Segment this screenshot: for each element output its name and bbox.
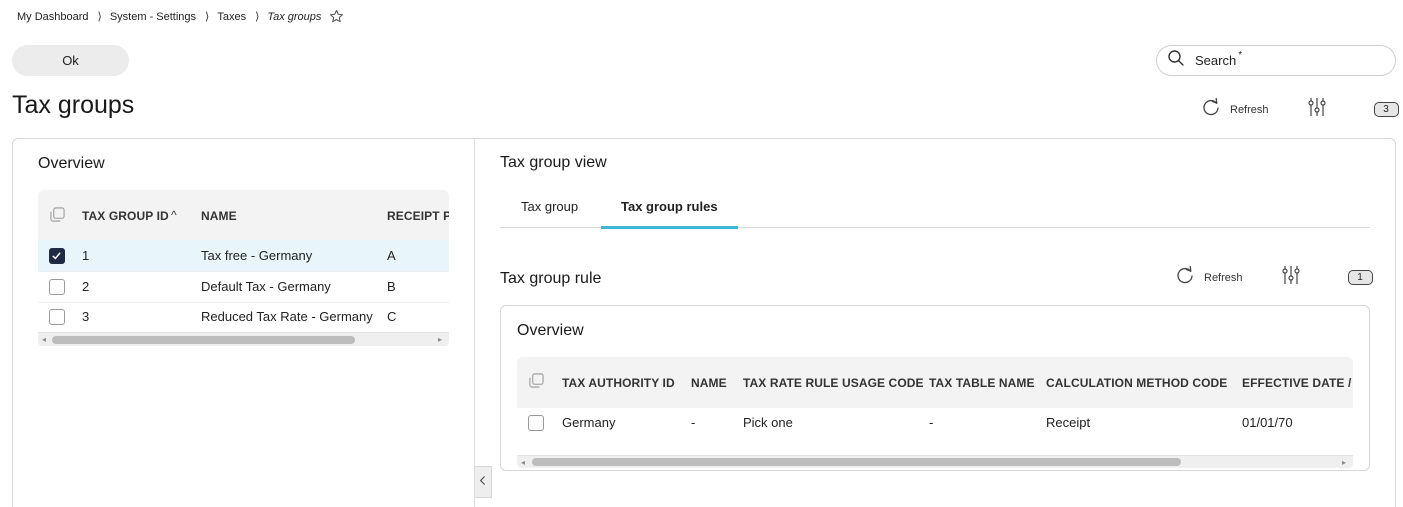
cell-usage-code: Pick one bbox=[743, 415, 793, 430]
rule-refresh-button[interactable]: Refresh bbox=[1174, 264, 1243, 291]
page-toolbar: Refresh 3 bbox=[1200, 96, 1399, 123]
settings-sliders-icon bbox=[1280, 264, 1302, 291]
column-header-name[interactable]: NAME bbox=[201, 209, 237, 223]
tax-groups-grid: TAX GROUP ID ^ NAME RECEIPT P 1 Tax free… bbox=[38, 190, 449, 347]
cell-tax-group-id: 2 bbox=[82, 279, 90, 294]
breadcrumb-tax-groups: Tax groups bbox=[267, 10, 322, 23]
scroll-right-arrow-icon[interactable]: ▸ bbox=[438, 335, 442, 344]
row-checkbox[interactable] bbox=[49, 279, 65, 295]
column-header-name[interactable]: NAME bbox=[691, 376, 727, 390]
column-header-tax-rate-rule-usage-code[interactable]: TAX RATE RULE USAGE CODE bbox=[743, 376, 924, 390]
grid-header: TAX AUTHORITY ID NAME TAX RATE RULE USAG… bbox=[517, 357, 1353, 408]
column-header-effective-date[interactable]: EFFECTIVE DATE / T bbox=[1242, 376, 1353, 390]
tax-group-rules-grid: TAX AUTHORITY ID NAME TAX RATE RULE USAG… bbox=[517, 357, 1353, 469]
settings-sliders-button[interactable] bbox=[1306, 96, 1328, 123]
column-header-receipt[interactable]: RECEIPT P bbox=[387, 209, 449, 223]
horizontal-scrollbar[interactable]: ◂ ▸ bbox=[517, 455, 1353, 468]
tab-tax-group-rules[interactable]: Tax group rules bbox=[621, 199, 718, 214]
cell-effective-date: 01/01/70 bbox=[1242, 415, 1293, 430]
sort-ascending-icon[interactable]: ^ bbox=[171, 208, 177, 222]
chevron-left-icon bbox=[479, 473, 487, 491]
tab-tax-group[interactable]: Tax group bbox=[521, 199, 578, 214]
cell-receipt: A bbox=[387, 248, 396, 263]
select-all-icon[interactable] bbox=[529, 373, 544, 393]
breadcrumb-separator: ⟩ bbox=[255, 11, 260, 23]
tax-group-rule-title: Tax group rule bbox=[500, 270, 602, 287]
column-header-calculation-method-code[interactable]: CALCULATION METHOD CODE bbox=[1046, 376, 1227, 390]
search-icon bbox=[1167, 49, 1185, 72]
cell-receipt: C bbox=[387, 309, 397, 324]
count-badge: 3 bbox=[1373, 102, 1399, 117]
refresh-label: Refresh bbox=[1204, 271, 1243, 284]
table-row[interactable]: 1 Tax free - Germany A bbox=[38, 240, 449, 271]
ok-button[interactable]: Ok bbox=[12, 45, 129, 76]
scroll-right-arrow-icon[interactable]: ▸ bbox=[1342, 458, 1346, 467]
cell-calculation-method: Receipt bbox=[1046, 415, 1091, 430]
breadcrumb: My Dashboard ⟩ System - Settings ⟩ Taxes… bbox=[17, 9, 344, 24]
row-checkbox[interactable] bbox=[528, 415, 544, 431]
breadcrumb-system-settings[interactable]: System - Settings bbox=[110, 11, 196, 23]
table-row[interactable]: Germany - Pick one - Receipt 01/01/70 bbox=[517, 408, 1353, 455]
rule-settings-sliders-button[interactable] bbox=[1280, 264, 1302, 291]
cell-tax-group-id: 3 bbox=[82, 309, 90, 324]
scrollbar-thumb[interactable] bbox=[532, 458, 1181, 466]
scrollbar-thumb[interactable] bbox=[52, 336, 355, 344]
collapse-panel-button[interactable] bbox=[475, 466, 492, 498]
cell-tax-authority-id: Germany bbox=[562, 415, 616, 430]
table-row[interactable]: 3 Reduced Tax Rate - Germany C bbox=[38, 302, 449, 332]
search-input[interactable]: Search * bbox=[1156, 45, 1396, 76]
cell-name: - bbox=[691, 415, 696, 430]
column-header-tax-group-id[interactable]: TAX GROUP ID bbox=[82, 209, 169, 223]
horizontal-scrollbar[interactable]: ◂ ▸ bbox=[38, 332, 449, 346]
column-header-tax-authority-id[interactable]: TAX AUTHORITY ID bbox=[562, 376, 675, 390]
cell-tax-group-id: 1 bbox=[82, 248, 90, 263]
breadcrumb-taxes[interactable]: Taxes bbox=[217, 11, 246, 23]
tax-group-view-title: Tax group view bbox=[500, 154, 607, 171]
row-checkbox[interactable] bbox=[49, 309, 65, 325]
cell-receipt: B bbox=[387, 279, 396, 294]
rule-overview-title: Overview bbox=[517, 322, 584, 339]
settings-sliders-icon bbox=[1306, 96, 1328, 123]
cell-name: Tax free - Germany bbox=[201, 248, 313, 263]
breadcrumb-separator: ⟩ bbox=[97, 11, 102, 23]
rule-toolbar: Refresh 1 bbox=[1174, 264, 1373, 291]
refresh-label: Refresh bbox=[1230, 103, 1269, 116]
rule-count-badge: 1 bbox=[1347, 270, 1373, 285]
row-checkbox[interactable] bbox=[49, 248, 65, 264]
select-all-icon[interactable] bbox=[50, 207, 65, 227]
active-tab-indicator bbox=[601, 226, 738, 229]
panel-divider bbox=[474, 139, 475, 507]
cell-name: Reduced Tax Rate - Germany bbox=[201, 309, 373, 324]
search-label: Search bbox=[1195, 53, 1237, 68]
refresh-icon bbox=[1174, 264, 1196, 291]
breadcrumb-separator: ⟩ bbox=[205, 11, 210, 23]
cell-name: Default Tax - Germany bbox=[201, 279, 331, 294]
grid-header: TAX GROUP ID ^ NAME RECEIPT P bbox=[38, 190, 449, 240]
breadcrumb-my-dashboard[interactable]: My Dashboard bbox=[17, 11, 89, 23]
search-required-marker: * bbox=[1238, 50, 1243, 61]
column-header-tax-table-name[interactable]: TAX TABLE NAME bbox=[929, 376, 1035, 390]
scroll-left-arrow-icon[interactable]: ◂ bbox=[42, 335, 46, 344]
table-row[interactable]: 2 Default Tax - Germany B bbox=[38, 271, 449, 302]
scroll-left-arrow-icon[interactable]: ◂ bbox=[521, 458, 525, 467]
refresh-button[interactable]: Refresh bbox=[1200, 96, 1269, 123]
star-icon[interactable] bbox=[329, 9, 344, 24]
cell-tax-table-name: - bbox=[929, 415, 934, 430]
refresh-icon bbox=[1200, 96, 1222, 123]
page-title: Tax groups bbox=[12, 91, 135, 119]
left-overview-title: Overview bbox=[38, 155, 105, 172]
